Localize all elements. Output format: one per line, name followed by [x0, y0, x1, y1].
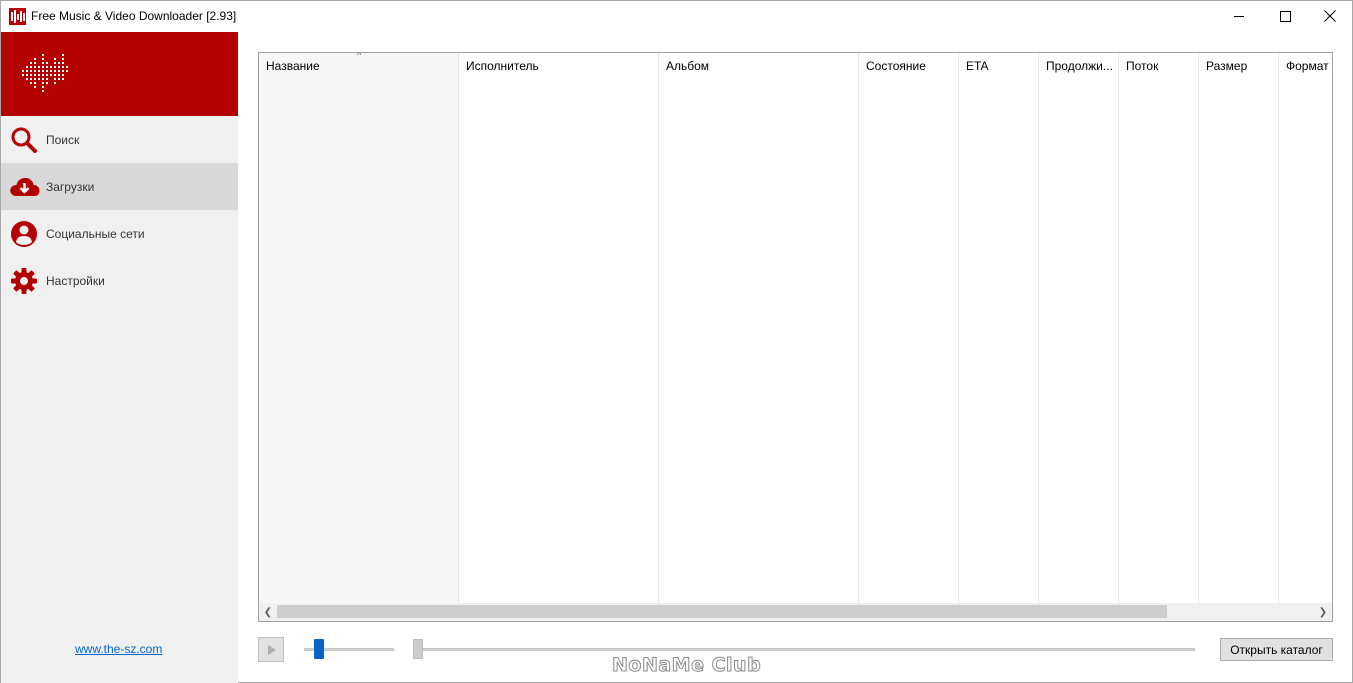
search-icon: [11, 127, 37, 153]
gear-icon: [11, 268, 37, 294]
horizontal-scrollbar[interactable]: ❮ ❯: [259, 603, 1332, 621]
title-bar: Free Music & Video Downloader [2.93]: [1, 1, 1352, 31]
sidebar-item-settings[interactable]: Настройки: [1, 257, 238, 304]
play-icon: [267, 644, 276, 655]
sort-ascending-icon: ^: [357, 52, 362, 60]
column-header-size[interactable]: Размер: [1199, 53, 1279, 603]
column-header-label: ETA: [966, 59, 989, 73]
column-header-label: Формат: [1286, 59, 1329, 73]
app-logo-icon: [9, 8, 26, 25]
scroll-left-icon[interactable]: ❮: [259, 603, 277, 621]
maximize-icon: [1279, 10, 1291, 22]
user-circle-icon: [11, 221, 37, 247]
column-header-label: Исполнитель: [466, 59, 539, 73]
column-header-label: Размер: [1206, 59, 1248, 73]
minimize-button[interactable]: [1216, 1, 1262, 31]
maximize-button[interactable]: [1262, 1, 1308, 31]
sidebar-item-label: Настройки: [46, 273, 105, 288]
column-header-stream[interactable]: Поток: [1119, 53, 1199, 603]
column-header-status[interactable]: Состояние: [859, 53, 959, 603]
sidebar-item-label: Загрузки: [46, 179, 95, 194]
column-header-artist[interactable]: Исполнитель: [459, 53, 659, 603]
sidebar-item-social[interactable]: Социальные сети: [1, 210, 238, 257]
website-link[interactable]: www.the-sz.com: [75, 642, 162, 656]
column-header-album[interactable]: Альбом: [659, 53, 859, 603]
scrollbar-thumb[interactable]: [277, 605, 1167, 618]
column-header-eta[interactable]: ETA: [959, 53, 1039, 603]
window-title: Free Music & Video Downloader [2.93]: [31, 9, 237, 23]
sidebar-item-search[interactable]: Поиск: [1, 116, 238, 163]
column-header-format[interactable]: Формат: [1279, 53, 1332, 603]
column-header-title[interactable]: Название ^: [259, 53, 459, 603]
column-header-label: Продолжи...: [1046, 59, 1113, 73]
column-header-duration[interactable]: Продолжи...: [1039, 53, 1119, 603]
seek-slider-thumb[interactable]: [413, 639, 423, 659]
logo-banner: [1, 32, 238, 116]
sidebar-item-downloads[interactable]: Загрузки: [1, 163, 238, 210]
open-folder-button[interactable]: Открыть каталог: [1220, 638, 1333, 661]
app-window: Free Music & Video Downloader [2.93] Пои…: [0, 0, 1353, 683]
column-header-label: Поток: [1126, 59, 1159, 73]
sidebar: Поиск Загрузки Социальные сети Настройки…: [1, 32, 238, 683]
cloud-download-icon: [10, 178, 40, 196]
scroll-right-icon[interactable]: ❯: [1314, 603, 1332, 621]
waveform-logo: [22, 54, 68, 92]
sidebar-item-label: Поиск: [46, 132, 80, 147]
column-header-label: Состояние: [866, 59, 926, 73]
close-icon: [1324, 10, 1336, 22]
watermark-text: NoNaMe Club: [611, 654, 762, 677]
downloads-list[interactable]: Название ^ Исполнитель Альбом Состояние …: [258, 52, 1333, 622]
sidebar-item-label: Социальные сети: [46, 226, 145, 241]
close-button[interactable]: [1307, 1, 1353, 31]
column-header-label: Название: [266, 59, 320, 73]
minimize-icon: [1233, 15, 1244, 17]
column-header-label: Альбом: [666, 59, 710, 73]
volume-slider-thumb[interactable]: [314, 639, 324, 659]
play-button[interactable]: [258, 637, 284, 662]
seek-track[interactable]: [413, 648, 1195, 651]
